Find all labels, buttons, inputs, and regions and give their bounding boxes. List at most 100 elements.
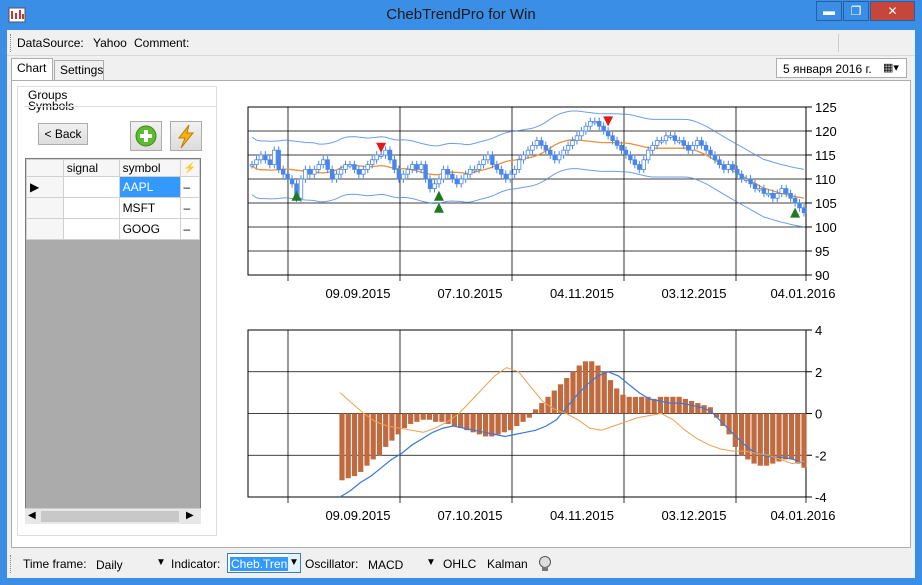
macd-histogram-bar <box>339 413 345 481</box>
candle-body <box>637 164 642 170</box>
macd-histogram-bar <box>351 413 358 477</box>
candle-body <box>650 144 655 151</box>
candle-body <box>592 121 597 124</box>
candle-body <box>632 159 638 166</box>
candle-body <box>770 192 776 199</box>
candle-body <box>361 168 366 175</box>
macd-histogram-bar <box>395 413 401 435</box>
macd-histogram-bar <box>570 371 576 414</box>
candle-body <box>783 188 789 194</box>
macd-histogram-bar <box>670 396 676 414</box>
macd-histogram-bar <box>433 413 439 422</box>
macd-histogram-bar <box>782 413 788 460</box>
macd-histogram-bar <box>651 398 657 414</box>
price-y-tick-label: 100 <box>815 220 837 235</box>
macd-histogram-bar <box>801 413 807 468</box>
macd-histogram-bar <box>376 413 383 456</box>
candle-body <box>645 149 651 161</box>
candle-body <box>605 130 611 137</box>
macd-histogram-bar <box>464 413 470 431</box>
macd-histogram-bar <box>426 413 433 420</box>
candle-body <box>748 178 753 185</box>
charts-layer: 125 120 115 110 105 100 95 90 09.09.2015 07.10.20… <box>247 100 837 523</box>
candle-body <box>405 168 411 175</box>
candle-body <box>427 178 433 190</box>
oscillator-x-tick-label: 09.09.2015 <box>325 508 390 523</box>
candle-body <box>490 154 495 165</box>
candle-body <box>352 164 357 170</box>
candle-body <box>392 159 397 170</box>
candle-body <box>316 164 321 170</box>
macd-histogram-bar <box>501 413 507 433</box>
candle-body <box>307 168 313 175</box>
candle-body <box>708 149 713 156</box>
candle-body <box>481 159 486 166</box>
macd-histogram-bar <box>664 396 670 414</box>
candle-body <box>472 168 477 172</box>
candle-body <box>556 154 562 161</box>
oscillator-y-tick-label: 2 <box>815 365 822 380</box>
candle-body <box>476 164 482 170</box>
macd-histogram-bar <box>414 413 420 422</box>
candle-body <box>601 125 606 132</box>
price-x-tick-label: 04.11.2015 <box>550 286 614 301</box>
candle-body <box>267 159 273 166</box>
oscillator-y-tick-label: 4 <box>815 323 822 338</box>
macd-histogram-bar <box>745 413 751 460</box>
macd-histogram-bar <box>695 403 701 414</box>
candle-body <box>717 159 722 166</box>
candle-body <box>343 164 348 170</box>
candle-body <box>677 140 682 143</box>
candle-body <box>530 144 535 151</box>
candle-body <box>668 135 673 138</box>
oscillator-x-tick-label: 04.01.2016 <box>770 508 835 523</box>
price-plot-area <box>247 106 807 276</box>
candle-body <box>454 178 459 185</box>
candle-body <box>347 164 353 167</box>
candle-body <box>543 144 549 151</box>
macd-histogram-bar <box>657 396 664 414</box>
candle-body <box>249 164 255 167</box>
candle-body <box>610 135 615 142</box>
macd-histogram-bar <box>539 403 545 414</box>
candle-body <box>450 173 455 180</box>
macd-histogram-bar <box>795 413 801 464</box>
candle-body <box>681 140 687 146</box>
candle-body <box>654 140 660 146</box>
candle-body <box>686 144 691 151</box>
macd-histogram-bar <box>682 398 688 414</box>
candle-body <box>766 192 771 196</box>
macd-histogram-bar <box>408 413 414 424</box>
macd-histogram-bar <box>639 396 645 414</box>
candle-body <box>552 154 557 161</box>
candle-body <box>369 159 375 166</box>
oscillator-x-tick-label: 04.11.2015 <box>550 508 614 523</box>
macd-histogram-bar <box>495 413 501 435</box>
macd-histogram-bar <box>458 413 464 429</box>
candle-body <box>401 173 406 180</box>
app-window: ChebTrendPro for Win ▬ ❐ ✕ DataSource: Y… <box>0 0 922 585</box>
candle-body <box>410 164 415 170</box>
candle-body <box>494 164 500 170</box>
macd-histogram-bar <box>632 396 639 414</box>
candle-body <box>663 135 669 142</box>
candle-body <box>459 178 464 185</box>
candle-body <box>258 154 264 161</box>
macd-histogram-bar <box>689 400 695 414</box>
candle-body <box>338 168 344 175</box>
candle-body <box>276 149 281 170</box>
candle-body <box>356 168 362 175</box>
macd-histogram-bar <box>763 413 770 466</box>
oscillator-y-tick-label: -4 <box>815 490 827 505</box>
macd-histogram-bar <box>788 413 795 460</box>
candle-body <box>254 159 259 166</box>
macd-histogram-bar <box>589 361 595 414</box>
macd-histogram-bar <box>626 396 632 414</box>
candle-body <box>329 168 335 180</box>
candle-body <box>423 164 428 180</box>
oscillator-y-tick-label: 0 <box>815 407 822 422</box>
macd-histogram-bar <box>676 396 682 414</box>
macd-histogram-bar <box>614 388 620 414</box>
price-x-tick-label: 07.10.2015 <box>437 286 502 301</box>
candle-body <box>503 173 508 180</box>
